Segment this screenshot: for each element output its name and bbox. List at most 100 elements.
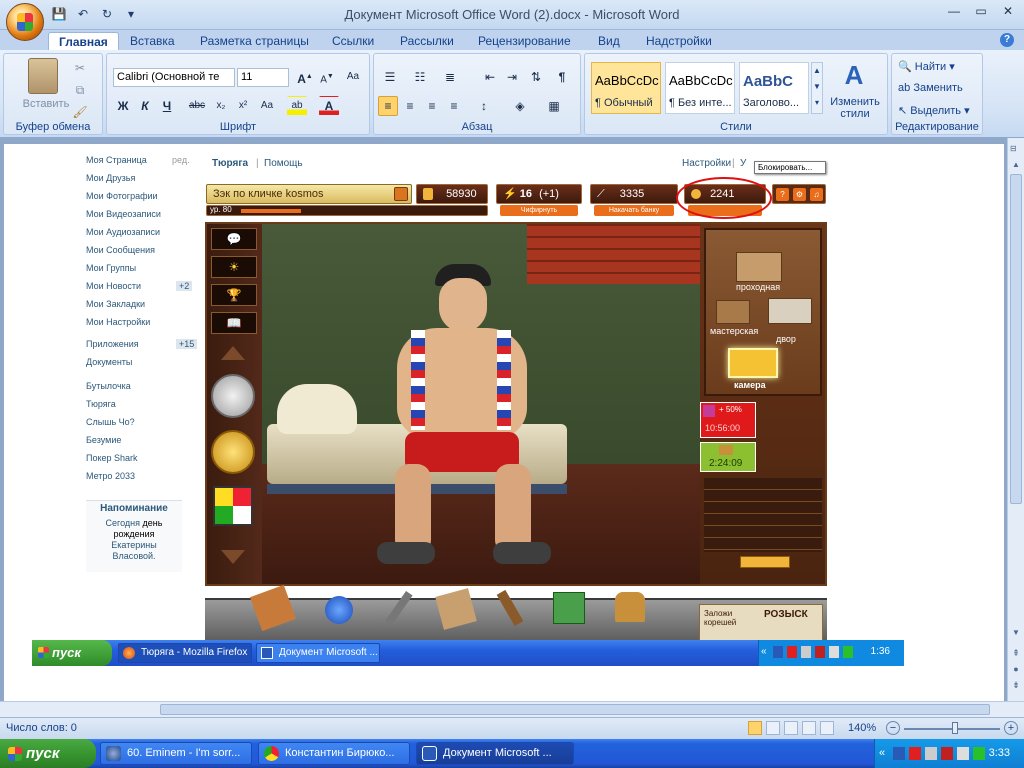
sidebar-item[interactable]: Мои Новости	[86, 281, 141, 291]
show-marks-icon[interactable]: ¶	[552, 67, 572, 87]
chat-icon[interactable]: 💬	[211, 228, 257, 250]
format-painter-icon[interactable]: 🖌	[70, 102, 90, 122]
location-checkpoint[interactable]: проходная	[736, 282, 780, 292]
item-bread-icon[interactable]	[615, 592, 645, 622]
location-workshop[interactable]: мастерская	[710, 326, 758, 336]
scroll-down-icon[interactable]: ▼	[1010, 628, 1022, 640]
font-size-select[interactable]: 11	[237, 68, 289, 87]
align-right-icon[interactable]: ≡	[422, 96, 442, 116]
minimize-icon[interactable]: —	[942, 2, 966, 20]
next-page-icon[interactable]: ⇟	[1010, 680, 1022, 692]
tray-icon-4[interactable]	[941, 747, 953, 760]
sidebar-item[interactable]: Мои Друзья	[86, 173, 135, 183]
office-button[interactable]	[6, 3, 44, 41]
tab-references[interactable]: Ссылки	[322, 32, 384, 50]
inner-tray-expand-icon[interactable]: «	[761, 646, 767, 657]
zoom-out-icon[interactable]: −	[886, 721, 900, 735]
sidebar-item[interactable]: Мои Фотографии	[86, 191, 158, 201]
tray-icon-1[interactable]	[893, 747, 905, 760]
align-left-icon[interactable]: ≡	[378, 96, 398, 116]
sidebar-item[interactable]: Документы	[86, 357, 132, 367]
paste-icon[interactable]	[28, 58, 58, 94]
sidebar-item[interactable]: Мои Настройки	[86, 317, 150, 327]
prev-page-icon[interactable]: ⇞	[1010, 648, 1022, 660]
bold-icon[interactable]: Ж	[113, 96, 133, 116]
player-avatar-icon[interactable]	[394, 187, 408, 201]
borders-icon[interactable]: ▦	[544, 96, 564, 116]
task-chrome[interactable]: Константин Бирюко...	[258, 742, 410, 765]
quest-list[interactable]	[704, 478, 822, 552]
inner-tray-icon-1[interactable]	[773, 646, 783, 658]
inner-tray-icon-6[interactable]	[843, 646, 853, 658]
book-icon[interactable]: 📖	[211, 312, 257, 334]
align-center-icon[interactable]: ≡	[400, 96, 420, 116]
sidebar-item[interactable]: Мои Аудиозаписи	[86, 227, 160, 237]
cut-icon[interactable]: ✂	[70, 58, 90, 78]
energy-action-button[interactable]: Чифирнуть	[500, 205, 578, 216]
tab-review[interactable]: Рецензирование	[468, 32, 581, 50]
horizontal-scrollbar[interactable]	[0, 701, 1024, 717]
start-button[interactable]: пуск	[0, 739, 96, 768]
numbering-icon[interactable]: ☷	[410, 67, 430, 87]
multilevel-list-icon[interactable]: ≣	[440, 67, 460, 87]
game-scene[interactable]: 💬 ☀ 🏆 📖 проходная мастерская двор камера…	[205, 222, 827, 586]
outline-view-icon[interactable]	[802, 721, 816, 735]
reminder-line3[interactable]: Екатерины	[111, 540, 156, 550]
change-styles-button[interactable]: Изменить стили	[825, 96, 885, 120]
font-color-icon[interactable]: A	[319, 96, 339, 116]
wanted-panel[interactable]: Заложи корешей РОЗЫСК	[699, 604, 823, 642]
tab-home[interactable]: Главная	[48, 32, 119, 50]
sidebar-item[interactable]: Метро 2033	[86, 471, 135, 481]
underline-icon[interactable]: Ч	[157, 96, 177, 116]
style-heading1[interactable]: AaBbC Заголово...	[739, 62, 809, 114]
scroll-down-arrow-icon[interactable]	[221, 550, 245, 564]
tray-icon-3[interactable]	[925, 747, 937, 760]
clear-format-icon[interactable]: Aa	[343, 67, 363, 87]
print-layout-icon[interactable]	[748, 721, 762, 735]
zoom-level[interactable]: 140%	[848, 722, 876, 734]
sidebar-item[interactable]: Мои Видеозаписи	[86, 209, 161, 219]
help-icon[interactable]: ?	[1000, 33, 1014, 47]
quest-button[interactable]	[740, 556, 790, 568]
draft-view-icon[interactable]	[820, 721, 834, 735]
word-count[interactable]: Число слов: 0	[6, 722, 77, 734]
yard-icon[interactable]	[768, 298, 812, 324]
sidebar-item[interactable]: Моя Страница	[86, 155, 147, 165]
sidebar-item[interactable]: Мои Закладки	[86, 299, 145, 309]
zoom-in-icon[interactable]: +	[1004, 721, 1018, 735]
gold-coin-icon[interactable]	[211, 430, 255, 474]
bread-timer-panel[interactable]: 2:24:09	[700, 442, 756, 472]
sidebar-item[interactable]: Слышь Чо?	[86, 417, 135, 427]
sidebar-item[interactable]: Мои Сообщения	[86, 245, 155, 255]
web-layout-icon[interactable]	[784, 721, 798, 735]
ruler-toggle-icon[interactable]: ⊟	[1010, 144, 1022, 154]
font-family-select[interactable]: Calibri (Основной те	[113, 68, 235, 87]
sidebar-item[interactable]: Бутылочка	[86, 381, 131, 391]
task-player[interactable]: 60. Eminem - I'm sorr...	[100, 742, 252, 765]
grow-font-icon[interactable]: A▲	[295, 67, 315, 87]
inner-tray-icon-4[interactable]	[815, 646, 825, 658]
game-sound-icon[interactable]: ♫	[810, 188, 823, 201]
vertical-scroll-thumb[interactable]	[1010, 174, 1022, 504]
style-no-spacing[interactable]: AaBbCcDc ¶ Без инте...	[665, 62, 735, 114]
tray-icon-5[interactable]	[957, 747, 969, 760]
vertical-scrollbar[interactable]: ⊟ ▲ ▼ ⇞ ● ⇟	[1007, 138, 1024, 701]
rubik-cube-icon[interactable]	[213, 486, 253, 526]
tab-view[interactable]: Вид	[588, 32, 630, 50]
sun-icon[interactable]: ☀	[211, 256, 257, 278]
sidebar-item[interactable]: Покер Shark	[86, 453, 138, 463]
tab-mailings[interactable]: Рассылки	[390, 32, 464, 50]
change-styles-icon[interactable]: A	[839, 60, 869, 90]
workshop-building-icon[interactable]	[716, 300, 750, 324]
decrease-indent-icon[interactable]: ⇤	[480, 67, 500, 87]
sidebar-item[interactable]: Тюряга	[86, 399, 116, 409]
item-safe-icon[interactable]	[553, 592, 585, 624]
change-case-icon[interactable]: Aa	[257, 96, 277, 116]
cell-building-icon[interactable]	[728, 348, 778, 378]
copy-icon[interactable]: ⧉	[70, 80, 90, 100]
game-help-link[interactable]: Помощь	[264, 158, 303, 169]
tray-icon-6[interactable]	[973, 747, 985, 760]
inner-task-firefox[interactable]: Тюряга - Mozilla Firefox	[118, 643, 252, 663]
game-app-title[interactable]: Тюряга	[212, 158, 248, 169]
power-action-button[interactable]: Накачать банку	[594, 205, 674, 216]
